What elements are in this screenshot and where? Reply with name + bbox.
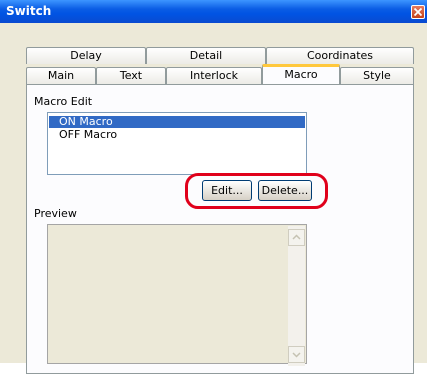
tab-coordinates[interactable]: Coordinates xyxy=(266,47,414,64)
tab-detail[interactable]: Detail xyxy=(146,47,266,64)
preview-scrollbar[interactable] xyxy=(288,226,305,366)
tab-macro[interactable]: Macro xyxy=(262,64,340,84)
scroll-down-arrow-icon xyxy=(292,352,301,358)
macro-edit-label: Macro Edit xyxy=(34,95,93,108)
tab-interlock[interactable]: Interlock xyxy=(166,67,262,84)
scroll-down-button[interactable] xyxy=(288,346,305,363)
list-item-off-macro[interactable]: OFF Macro xyxy=(49,129,305,141)
tab-main[interactable]: Main xyxy=(26,67,96,84)
scroll-up-arrow-icon xyxy=(292,234,301,240)
close-icon xyxy=(414,8,422,16)
window-title: Switch xyxy=(6,4,52,18)
tab-style[interactable]: Style xyxy=(340,67,414,84)
title-bar[interactable]: Switch xyxy=(0,0,427,23)
tab-delay[interactable]: Delay xyxy=(26,47,146,64)
tab-text[interactable]: Text xyxy=(96,67,166,84)
macro-listbox[interactable]: ON Macro OFF Macro xyxy=(47,112,307,175)
preview-area xyxy=(47,224,307,364)
close-button[interactable] xyxy=(411,5,425,19)
scroll-up-button[interactable] xyxy=(288,229,305,246)
preview-label: Preview xyxy=(34,207,77,220)
list-item-on-macro[interactable]: ON Macro xyxy=(49,116,305,128)
switch-dialog: Switch Delay Detail Coordinates Main Tex… xyxy=(0,0,427,374)
highlight-annotation xyxy=(185,173,328,209)
